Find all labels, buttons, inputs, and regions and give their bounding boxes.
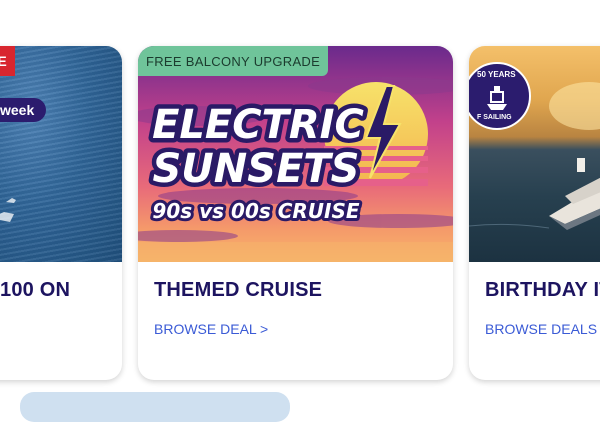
browse-deal-link[interactable]: BROWSE DEAL > bbox=[154, 321, 268, 337]
browse-deals-link[interactable]: BROWSE DEALS > bbox=[485, 321, 600, 337]
ship-seal-icon bbox=[487, 86, 507, 110]
art-line1: ELECTRIC bbox=[152, 102, 364, 148]
sale-badge: SE bbox=[0, 46, 15, 76]
seal-bottom-text: F SAILING bbox=[477, 114, 512, 121]
anniversary-seal: 50 YEARS F SAILING bbox=[469, 62, 531, 130]
ship-icon bbox=[549, 158, 600, 230]
deal-card-birthday[interactable]: 50 YEARS F SAILING BIRTHDAY IT BROWSE DE… bbox=[469, 46, 600, 380]
duration-pill: week bbox=[0, 98, 47, 122]
art-subtitle: 90s vs 00s CRUISE bbox=[152, 199, 359, 223]
card-title: 100 ON bbox=[0, 279, 71, 301]
ocean-image: SE week bbox=[0, 46, 122, 262]
deal-card-themed-cruise[interactable]: ELECTRIC ELECTRIC SUNSETS SUNSETS 90s vs… bbox=[138, 46, 453, 380]
seal-top-text: 50 YEARS bbox=[477, 70, 516, 79]
cruise-ship-image: 50 YEARS F SAILING bbox=[469, 46, 600, 262]
card-title: BIRTHDAY IT bbox=[485, 279, 600, 301]
promo-badge: FREE BALCONY UPGRADE bbox=[138, 46, 329, 76]
next-section-banner bbox=[20, 392, 290, 422]
deal-card-left[interactable]: SE week 100 ON bbox=[0, 46, 122, 380]
card-title: THEMED CRUISE bbox=[154, 279, 323, 301]
electric-sunsets-image: ELECTRIC ELECTRIC SUNSETS SUNSETS 90s vs… bbox=[138, 46, 453, 262]
art-line2: SUNSETS bbox=[153, 146, 360, 192]
